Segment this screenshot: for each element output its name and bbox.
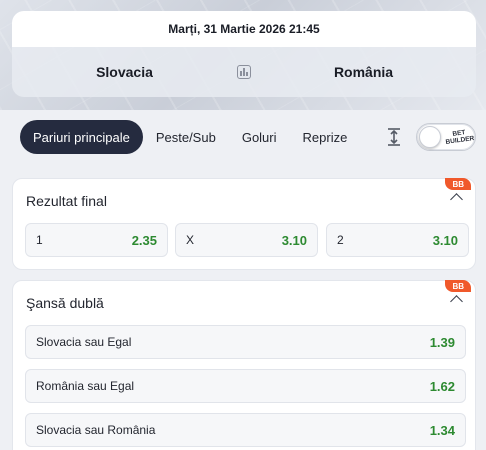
- expand-vertical-icon[interactable]: [386, 127, 402, 147]
- stats-icon[interactable]: [237, 65, 251, 79]
- bet-builder-toggle[interactable]: BET BUILDER: [416, 123, 476, 151]
- home-team: Slovacia: [96, 64, 153, 80]
- odd-button-slovacia-sau-egal[interactable]: Slovacia sau Egal 1.39: [25, 325, 466, 359]
- bet-builder-badge: BB: [445, 280, 471, 292]
- market-rezultat-final: BB Rezultat final 1 2.35 X 3.10 2 3.10: [12, 178, 476, 270]
- chevron-up-icon[interactable]: [450, 295, 463, 308]
- bet-builder-badge: BB: [445, 178, 471, 190]
- odd-button-2[interactable]: 2 3.10: [326, 223, 469, 257]
- odd-button-slovacia-sau-romania[interactable]: Slovacia sau România 1.34: [25, 413, 466, 447]
- tab-pariuri-principale[interactable]: Pariuri principale: [20, 120, 143, 154]
- market-tabs: Pariuri principale Peste/Sub Goluri Repr…: [12, 117, 476, 157]
- odd-button-x[interactable]: X 3.10: [175, 223, 318, 257]
- odd-button-romania-sau-egal[interactable]: România sau Egal 1.62: [25, 369, 466, 403]
- market-title: Şansă dublă: [26, 295, 104, 311]
- teams-bar: Slovacia România: [12, 47, 476, 97]
- toggle-knob: [419, 126, 441, 148]
- tab-reprize[interactable]: Reprize: [290, 120, 361, 154]
- market-sansa-dubla: BB Şansă dublă Slovacia sau Egal 1.39 Ro…: [12, 280, 476, 450]
- bet-builder-label: BET BUILDER: [445, 129, 475, 146]
- away-team: România: [333, 64, 394, 80]
- tab-goluri[interactable]: Goluri: [229, 120, 290, 154]
- market-title: Rezultat final: [26, 193, 107, 209]
- odd-button-1[interactable]: 1 2.35: [25, 223, 168, 257]
- event-datetime: Marți, 31 Martie 2026 21:45: [12, 11, 476, 47]
- chevron-up-icon[interactable]: [450, 193, 463, 206]
- tab-peste-sub[interactable]: Peste/Sub: [143, 120, 229, 154]
